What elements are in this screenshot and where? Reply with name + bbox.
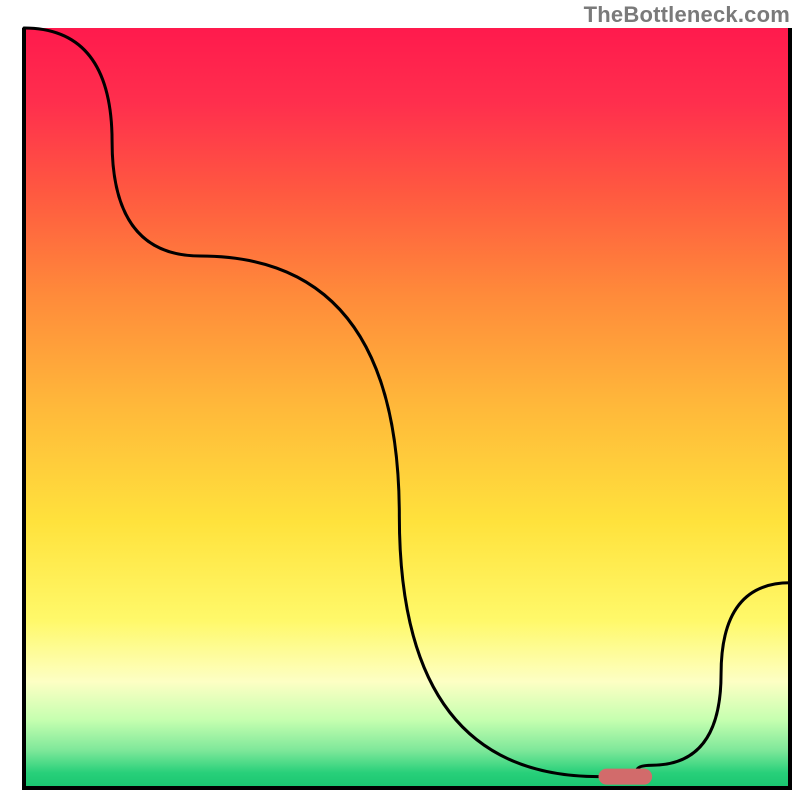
optimal-marker (599, 769, 653, 785)
chart-frame: TheBottleneck.com (0, 0, 800, 800)
watermark-text: TheBottleneck.com (584, 2, 790, 28)
chart-canvas (0, 0, 800, 800)
gradient-background (24, 28, 790, 788)
